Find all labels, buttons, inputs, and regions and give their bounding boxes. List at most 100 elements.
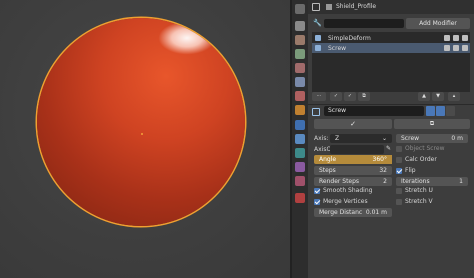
cage-icon[interactable] <box>462 45 468 51</box>
render-steps-label: Render Steps <box>319 178 360 185</box>
panel-separator <box>308 104 474 105</box>
iterations-field[interactable]: Iterations 1 <box>396 177 468 186</box>
list-item[interactable]: SimpleDeform <box>312 33 470 43</box>
render-tab-icon[interactable] <box>295 21 305 31</box>
properties-tab-bar <box>292 0 308 278</box>
object-data-icon <box>326 4 332 10</box>
viewport-icon[interactable] <box>436 106 445 116</box>
iterations-value: 1 <box>459 178 463 185</box>
merge-distance-label: Merge Distanc <box>319 209 363 216</box>
camera-icon[interactable] <box>444 35 450 41</box>
stretch-v-checkbox[interactable] <box>396 199 402 205</box>
merge-distance-field[interactable]: Merge Distanc 0.01 m <box>314 208 392 217</box>
display-icon[interactable] <box>453 45 459 51</box>
angle-value: 360° <box>372 156 387 163</box>
copy-stack-button[interactable]: ⧉ <box>358 92 370 101</box>
object-origin <box>141 133 143 135</box>
object-screw-label: Object Screw <box>405 145 445 152</box>
object-tab-icon[interactable] <box>295 105 305 115</box>
scene-tab-icon[interactable] <box>295 63 305 73</box>
tool-tab-icon[interactable] <box>295 4 305 14</box>
chevron-down-icon: ⌄ <box>381 135 387 142</box>
modifier-visibility-buttons <box>426 106 455 116</box>
object-name-field[interactable] <box>324 19 404 28</box>
3d-viewport[interactable] <box>0 0 290 278</box>
list-item-label: Screw <box>328 45 347 52</box>
merge-distance-value: 0.01 m <box>365 209 387 216</box>
triangle-down-icon: ▼ <box>436 93 440 99</box>
eyedropper-icon[interactable]: ✎ <box>386 146 392 152</box>
list-item-selected[interactable]: Screw <box>312 43 470 53</box>
visibility-toggles <box>444 35 468 41</box>
world-tab-icon[interactable] <box>295 77 305 87</box>
iterations-label: Iterations <box>401 178 430 185</box>
steps-field[interactable]: Steps 32 <box>314 166 392 175</box>
wrench-icon: 🔧 <box>313 19 322 27</box>
flip-checkbox[interactable] <box>396 168 402 174</box>
camera-icon[interactable] <box>444 45 450 51</box>
flip-label: Flip <box>405 167 416 174</box>
output-tab-icon[interactable] <box>295 35 305 45</box>
cage-icon[interactable] <box>462 35 468 41</box>
screw-offset-value: 0 m <box>451 135 463 142</box>
properties-editor: Shield_Profile 🔧 Add Modifier SimpleDefo… <box>308 0 474 278</box>
modifier-tab-icon[interactable] <box>295 120 305 130</box>
checkmark-icon: ✓ <box>333 93 339 99</box>
material-tab-icon[interactable] <box>295 193 305 203</box>
modifier-name-input[interactable]: Screw <box>324 106 424 116</box>
dots-icon: ⋯ <box>316 93 322 99</box>
visibility-toggles <box>444 45 468 51</box>
axis-value: Z <box>335 135 340 142</box>
object-screw-checkbox[interactable] <box>396 146 402 152</box>
copy-icon: ⧉ <box>362 93 366 99</box>
merge-vertices-label: Merge Vertices <box>323 198 368 205</box>
collection-tab-icon[interactable] <box>295 91 305 101</box>
steps-label: Steps <box>319 167 336 174</box>
screw-offset-field[interactable]: Screw 0 m <box>396 134 468 143</box>
view-layer-tab-icon[interactable] <box>295 49 305 59</box>
data-tab-icon[interactable] <box>295 176 305 186</box>
simpledeform-icon <box>315 35 321 41</box>
move-up-button[interactable]: ▲ <box>418 92 430 101</box>
move-down-button[interactable]: ▼ <box>432 92 444 101</box>
stretch-u-label: Stretch U <box>405 187 433 194</box>
stretch-u-checkbox[interactable] <box>396 188 402 194</box>
axis-object-label: AxisO <box>314 146 332 153</box>
properties-header: Shield_Profile <box>308 0 474 14</box>
angle-slider[interactable]: Angle 360° <box>314 155 392 164</box>
edit-mode-icon[interactable] <box>426 106 435 116</box>
axis-object-field[interactable] <box>330 145 384 154</box>
constraints-tab-icon[interactable] <box>295 162 305 172</box>
particles-tab-icon[interactable] <box>295 134 305 144</box>
shield-object[interactable] <box>37 18 245 226</box>
remove-button[interactable]: ▴ <box>448 92 460 101</box>
screw-offset-label: Screw <box>401 135 420 142</box>
smooth-shading-label: Smooth Shading <box>323 187 373 194</box>
editor-type-icon[interactable] <box>312 3 320 11</box>
apply-button[interactable]: ✓ <box>314 119 392 129</box>
screw-modifier-icon <box>312 108 320 116</box>
list-options-button[interactable]: ⋯ <box>312 92 326 101</box>
calc-order-checkbox[interactable] <box>396 157 402 163</box>
render-steps-value: 2 <box>383 178 387 185</box>
stretch-v-label: Stretch V <box>405 198 433 205</box>
move-to-first-button[interactable]: ✓ <box>330 92 342 101</box>
render-icon[interactable] <box>446 106 455 116</box>
add-modifier-button[interactable]: Add Modifier <box>406 18 470 29</box>
apply-all-button[interactable]: ✓ <box>344 92 356 101</box>
merge-vertices-checkbox[interactable] <box>314 199 320 205</box>
breadcrumb-object-name: Shield_Profile <box>336 3 377 10</box>
smooth-shading-checkbox[interactable] <box>314 188 320 194</box>
copy-button[interactable]: ⧉ <box>394 119 470 129</box>
list-item-label: SimpleDeform <box>328 35 371 42</box>
axis-label: Axis: <box>314 135 329 142</box>
modifier-stack-list: SimpleDeform Screw <box>312 32 470 92</box>
steps-value: 32 <box>379 167 387 174</box>
axis-select[interactable]: Z ⌄ <box>330 134 392 143</box>
calc-order-label: Calc Order <box>405 156 437 163</box>
render-steps-field[interactable]: Render Steps 2 <box>314 177 392 186</box>
screw-icon <box>315 45 321 51</box>
triangle-icon: ▴ <box>452 93 456 99</box>
physics-tab-icon[interactable] <box>295 148 305 158</box>
display-icon[interactable] <box>453 35 459 41</box>
